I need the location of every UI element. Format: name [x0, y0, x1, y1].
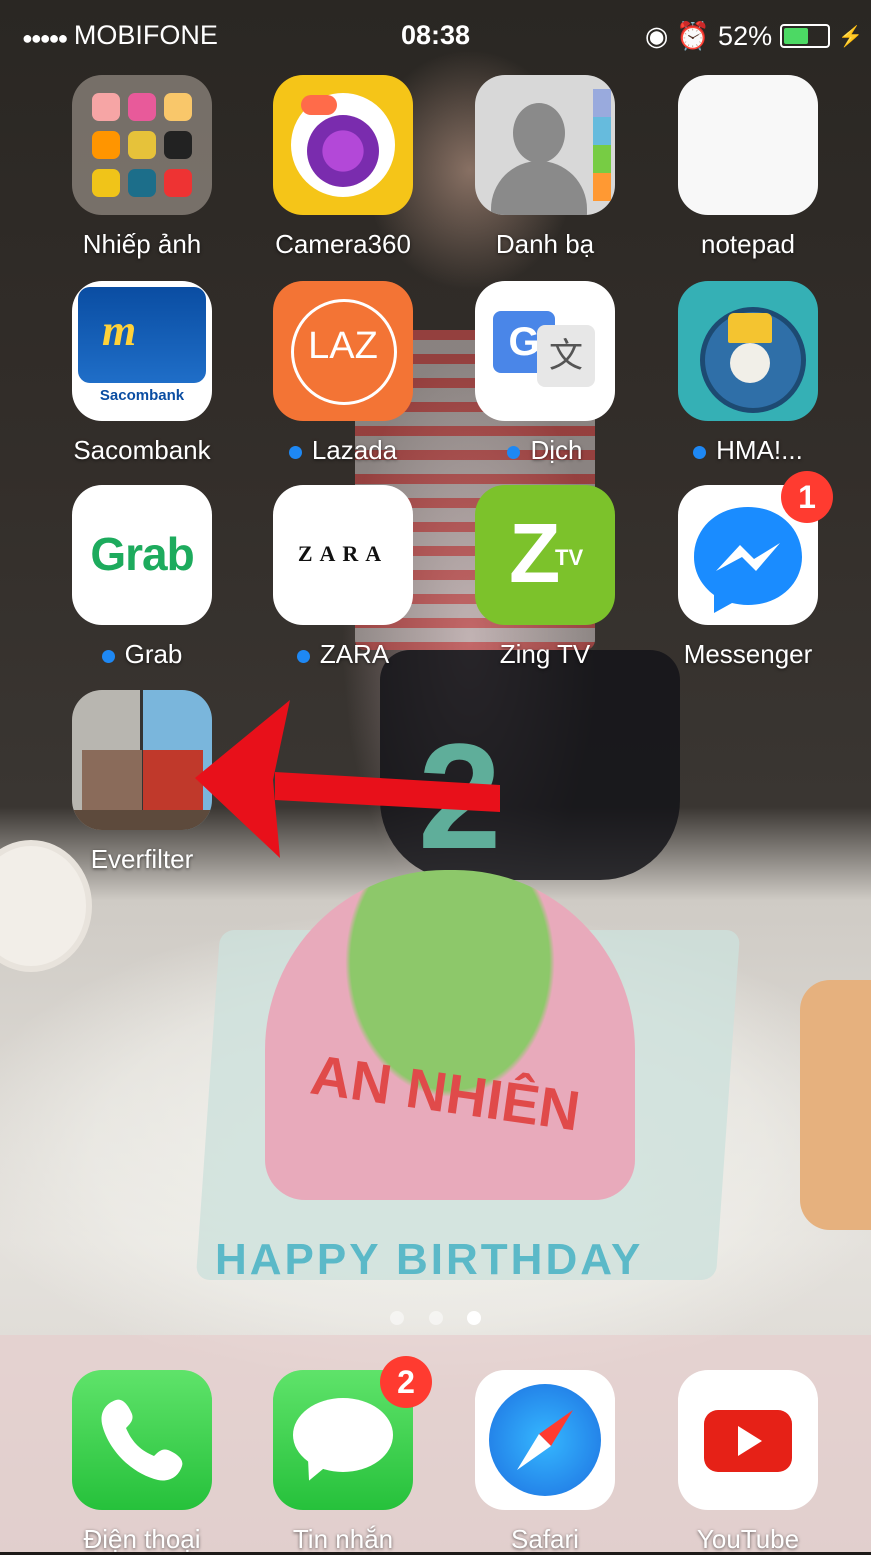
everfilter-icon — [72, 690, 212, 830]
youtube-icon — [678, 1370, 818, 1510]
app-camera360[interactable]: Camera360 — [258, 75, 428, 260]
update-dot — [101, 649, 115, 663]
app-label: Lazada — [258, 435, 428, 466]
app-label: Điện thoại — [83, 1524, 201, 1554]
page-dot[interactable] — [390, 1311, 405, 1325]
update-dot — [296, 649, 310, 663]
sacombank-logo-text: Sacombank — [99, 387, 185, 404]
app-label-text: HMA!... — [716, 435, 803, 465]
app-label: HMA!... — [663, 435, 833, 466]
wallpaper-cake — [265, 870, 635, 1200]
battery-fill — [784, 28, 808, 44]
grab-icon: Grab — [72, 485, 212, 625]
app-label-text: Dịch — [530, 435, 583, 465]
zing-tv-icon: Z TV — [475, 485, 615, 625]
page-dot[interactable] — [428, 1311, 443, 1325]
photo-folder-icon — [72, 75, 212, 215]
app-messenger[interactable]: 1 Messenger — [663, 471, 833, 670]
app-label: Messenger — [683, 639, 813, 669]
update-dot — [693, 445, 707, 459]
lazada-icon: LAZ — [273, 281, 413, 421]
app-label: Zing TV — [499, 639, 591, 669]
notification-badge: 2 — [380, 1356, 432, 1408]
app-hma[interactable]: HMA!... — [663, 281, 833, 466]
battery-percent: 52% — [718, 20, 773, 51]
alarm-icon: ⏰ — [676, 21, 711, 51]
dock-app-safari[interactable]: Safari — [460, 1370, 630, 1555]
app-label: Sacombank — [73, 435, 211, 465]
notepad-icon — [678, 75, 818, 215]
sacombank-icon: m Sacombank — [72, 281, 212, 421]
update-dot — [288, 445, 302, 459]
app-label: Camera360 — [275, 229, 411, 259]
contacts-icon — [475, 75, 615, 215]
orientation-lock-icon: ◉ — [644, 20, 669, 51]
wallpaper-cake-birthday: HAPPY BIRTHDAY — [215, 1235, 644, 1284]
status-bar: ●●●●● MOBIFONE 08:38 ◉ ⏰ 52% ⚡ — [0, 0, 871, 70]
google-translate-icon: G 文 — [475, 281, 615, 421]
app-label: notepad — [701, 229, 795, 259]
compass-needle — [517, 1410, 573, 1470]
app-label: Danh bạ — [495, 229, 595, 259]
lazada-logo-text: LAZ — [308, 325, 378, 367]
app-lazada[interactable]: LAZ Lazada — [258, 281, 428, 466]
update-dot — [507, 445, 521, 459]
status-right: ◉ ⏰ 52% ⚡ — [645, 20, 863, 52]
app-danh-ba[interactable]: Danh bạ — [460, 75, 630, 260]
phone-icon — [72, 1370, 212, 1510]
dock-app-phone[interactable]: Điện thoại — [57, 1370, 227, 1555]
app-label-text: Grab — [124, 639, 183, 669]
zing-logo-z: Z — [509, 506, 561, 600]
charging-icon: ⚡ — [838, 25, 863, 48]
app-label: Grab — [57, 639, 227, 670]
phone-glyph — [101, 1399, 183, 1481]
app-zara[interactable]: ZARA ZARA — [258, 485, 428, 670]
battery-icon — [780, 24, 831, 48]
app-nhiep-anh[interactable]: Nhiếp ảnh — [57, 75, 227, 260]
zing-logo-tv: TV — [555, 545, 584, 570]
hma-icon — [678, 281, 818, 421]
app-label: Tin nhắn — [292, 1524, 394, 1554]
dock-app-messages[interactable]: 2 Tin nhắn — [258, 1356, 432, 1555]
safari-icon — [475, 1370, 615, 1510]
notification-badge: 1 — [781, 471, 833, 523]
app-notepad[interactable]: notepad — [663, 75, 833, 260]
app-grab[interactable]: Grab Grab — [57, 485, 227, 670]
page-indicator[interactable] — [0, 1311, 871, 1330]
grab-logo-text: Grab — [90, 528, 194, 580]
app-dich[interactable]: G 文 Dịch — [460, 281, 630, 466]
page-dot-active[interactable] — [466, 1311, 481, 1325]
wallpaper-plate-right — [800, 980, 871, 1230]
app-zing-tv[interactable]: Z TV Zing TV — [460, 485, 630, 670]
app-label: Nhiếp ảnh — [82, 229, 202, 259]
pointer-arrow — [195, 700, 500, 858]
app-label: Dịch — [460, 435, 630, 466]
app-label-text: Lazada — [311, 435, 398, 465]
zara-icon: ZARA — [273, 485, 413, 625]
dock-app-youtube[interactable]: YouTube — [663, 1370, 833, 1555]
zara-logo-text: ZARA — [297, 541, 389, 566]
app-label: Safari — [511, 1524, 579, 1554]
app-label: YouTube — [696, 1524, 800, 1554]
app-label-text: ZARA — [319, 639, 390, 669]
camera360-icon — [273, 75, 413, 215]
app-label: ZARA — [258, 639, 428, 670]
app-sacombank[interactable]: m Sacombank Sacombank — [57, 281, 227, 466]
